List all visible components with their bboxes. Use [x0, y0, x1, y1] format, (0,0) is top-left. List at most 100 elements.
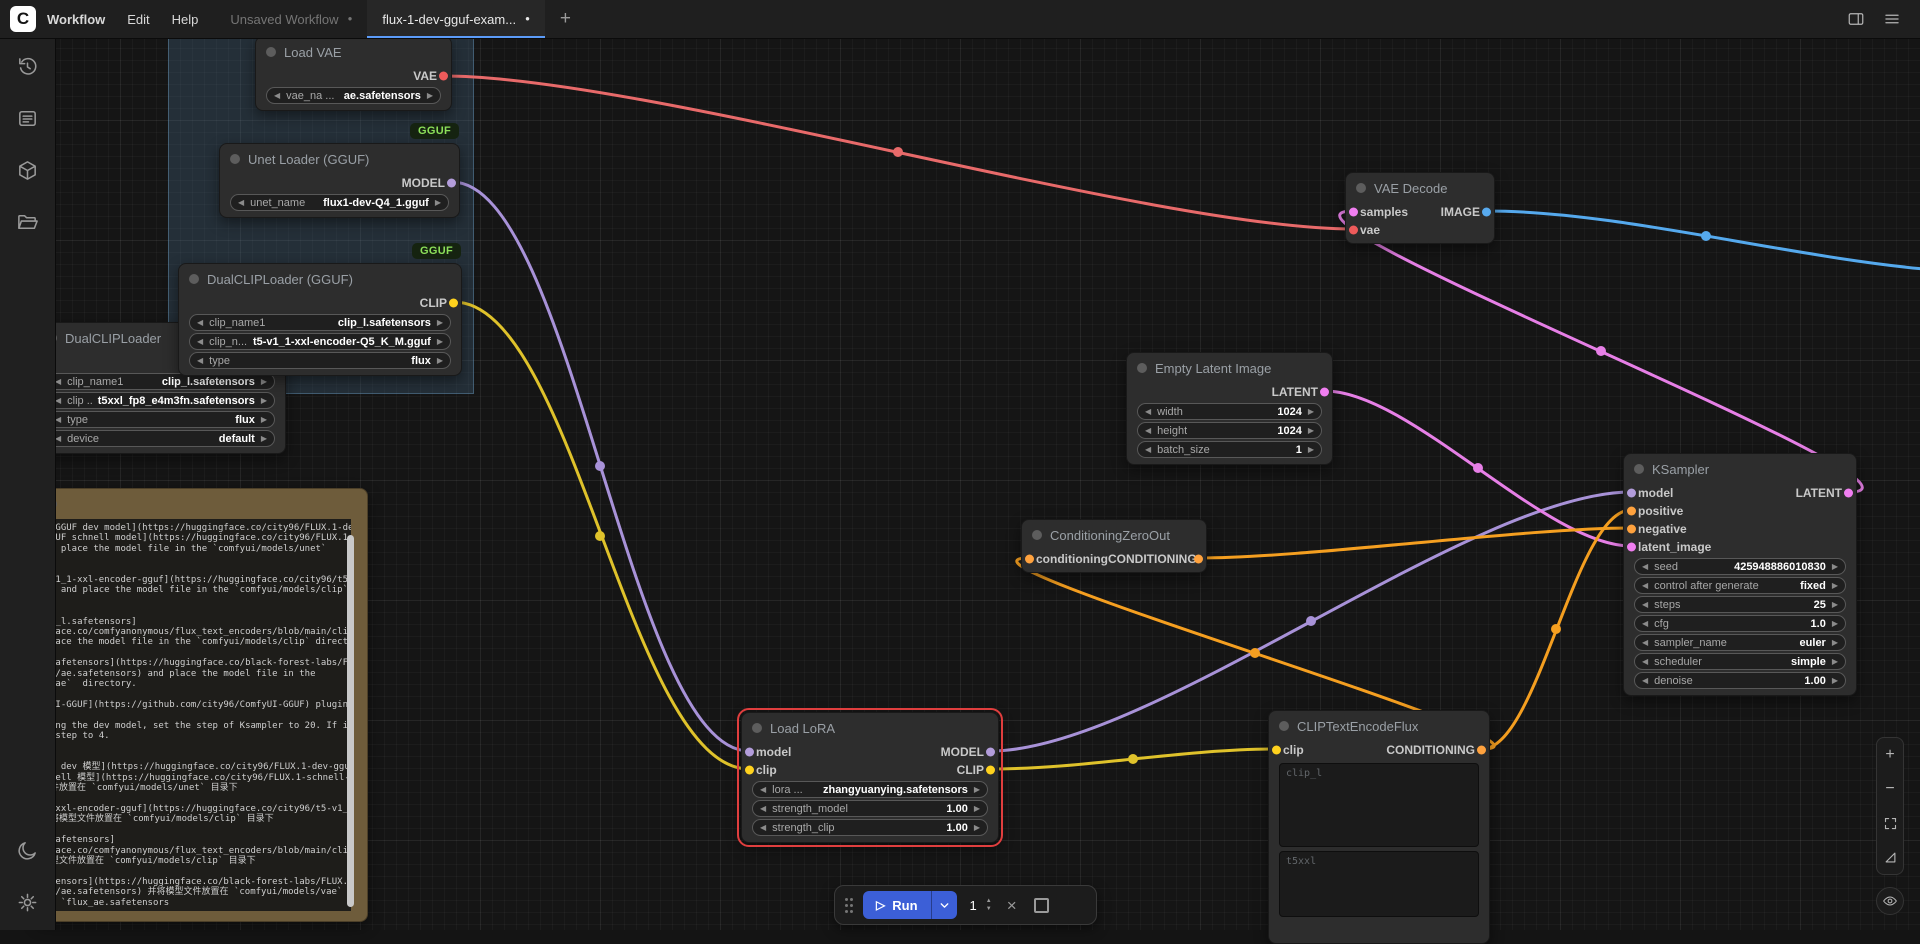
- increment-arrow-icon[interactable]: ▶: [1832, 677, 1838, 685]
- ksampler-widget-denoise[interactable]: ◀denoise1.00▶: [1634, 672, 1846, 689]
- link-vae-midpoint-dot[interactable]: [893, 147, 903, 157]
- CONDITIONING-output-slot[interactable]: [1194, 555, 1203, 564]
- increment-arrow-icon[interactable]: ▶: [1832, 601, 1838, 609]
- increment-arrow-icon[interactable]: ▶: [261, 397, 267, 405]
- theme-toggle-moon-icon[interactable]: [10, 832, 46, 868]
- note-text[interactable]: GGUF dev model](https://huggingface.co/c…: [43, 519, 351, 911]
- increment-arrow-icon[interactable]: ▶: [1832, 582, 1838, 590]
- increment-arrow-icon[interactable]: ▶: [974, 805, 980, 813]
- vae-input-slot[interactable]: [1349, 226, 1358, 235]
- link-cond-ctef-zeroout-midpoint-dot[interactable]: [1250, 648, 1260, 658]
- decrement-arrow-icon[interactable]: ◀: [197, 319, 203, 327]
- increment-arrow-icon[interactable]: ▶: [261, 435, 267, 443]
- link-cond-ctef-positive-midpoint-dot[interactable]: [1551, 624, 1561, 634]
- increment-arrow-icon[interactable]: ▶: [437, 357, 443, 365]
- stop-icon[interactable]: [1034, 898, 1049, 913]
- unet-loader-gguf[interactable]: GGUFUnet Loader (GGUF)MODEL◀unet_nameflu…: [219, 143, 460, 218]
- menu-icon[interactable]: [1882, 9, 1902, 29]
- load-lora-widget-lora[interactable]: ◀lora ...zhangyuanying.safetensors▶: [752, 781, 988, 798]
- increment-arrow-icon[interactable]: ▶: [1308, 427, 1314, 435]
- menu-help[interactable]: Help: [161, 12, 210, 27]
- collapse-dot-icon[interactable]: [752, 723, 762, 733]
- collapse-dot-icon[interactable]: [1137, 363, 1147, 373]
- collapse-dot-icon[interactable]: [1032, 530, 1042, 540]
- empty-latent-image-header[interactable]: Empty Latent Image: [1127, 353, 1332, 383]
- markdown-note-header[interactable]: [37, 489, 367, 519]
- step-down-icon[interactable]: ▼: [986, 905, 992, 913]
- collapse-dot-icon[interactable]: [266, 47, 276, 57]
- conditioning-zero-out-header[interactable]: ConditioningZeroOut: [1022, 520, 1206, 550]
- dualcliploader-gguf-header[interactable]: DualCLIPLoader (GGUF): [179, 264, 461, 294]
- collapse-dot-icon[interactable]: [1356, 183, 1366, 193]
- increment-arrow-icon[interactable]: ▶: [1832, 639, 1838, 647]
- settings-gear-icon[interactable]: [10, 884, 46, 920]
- negative-input-slot[interactable]: [1627, 525, 1636, 534]
- cliptextencodeflux-textarea-clip_l[interactable]: clip_l: [1279, 763, 1479, 847]
- drag-handle-icon[interactable]: [845, 897, 854, 913]
- empty-latent-image-widget-height[interactable]: ◀height1024▶: [1137, 422, 1322, 439]
- IMAGE-output-slot[interactable]: [1482, 208, 1491, 217]
- decrement-arrow-icon[interactable]: ◀: [274, 92, 280, 100]
- load-lora-header[interactable]: Load LoRA: [742, 713, 998, 743]
- collapse-dot-icon[interactable]: [189, 274, 199, 284]
- collapse-dot-icon[interactable]: [1634, 464, 1644, 474]
- increment-arrow-icon[interactable]: ▶: [1308, 446, 1314, 454]
- increment-arrow-icon[interactable]: ▶: [1308, 408, 1314, 416]
- link-latent-ksampler-vaedecode-midpoint-dot[interactable]: [1596, 346, 1606, 356]
- dualcliploader-gguf-widget-clip_n[interactable]: ◀clip_n...t5-v1_1-xxl-encoder-Q5_K_M.ggu…: [189, 333, 451, 350]
- menu-workflow[interactable]: Workflow: [36, 12, 116, 27]
- latent_image-input-slot[interactable]: [1627, 543, 1636, 552]
- decrement-arrow-icon[interactable]: ◀: [760, 805, 766, 813]
- history-icon[interactable]: [10, 48, 46, 84]
- unet-loader-gguf-widget-unet_name[interactable]: ◀unet_nameflux1-dev-Q4_1.gguf▶: [230, 194, 449, 211]
- collapse-dot-icon[interactable]: [1279, 721, 1289, 731]
- link-model-lora-ksampler-midpoint-dot[interactable]: [1306, 616, 1316, 626]
- decrement-arrow-icon[interactable]: ◀: [238, 199, 244, 207]
- batch-count-input[interactable]: 1: [970, 898, 977, 913]
- ksampler-widget-steps[interactable]: ◀steps25▶: [1634, 596, 1846, 613]
- link-model-unet-lora-midpoint-dot[interactable]: [595, 461, 605, 471]
- LATENT-output-slot[interactable]: [1844, 489, 1853, 498]
- decrement-arrow-icon[interactable]: ◀: [1642, 582, 1648, 590]
- menu-edit[interactable]: Edit: [116, 12, 160, 27]
- node-library-icon[interactable]: [10, 100, 46, 136]
- markdown-note[interactable]: GGUF dev model](https://huggingface.co/c…: [36, 488, 368, 922]
- positive-input-slot[interactable]: [1627, 507, 1636, 516]
- model-input-slot[interactable]: [1627, 489, 1636, 498]
- increment-arrow-icon[interactable]: ▶: [1832, 620, 1838, 628]
- CLIP-output-slot[interactable]: [986, 766, 995, 775]
- cliptextencodeflux-header[interactable]: CLIPTextEncodeFlux: [1269, 711, 1489, 741]
- conditioning-zero-out[interactable]: ConditioningZeroOutconditioningCONDITION…: [1021, 519, 1207, 573]
- increment-arrow-icon[interactable]: ▶: [437, 319, 443, 327]
- MODEL-output-slot[interactable]: [447, 179, 456, 188]
- ksampler-widget-cfg[interactable]: ◀cfg1.0▶: [1634, 615, 1846, 632]
- LATENT-output-slot[interactable]: [1320, 388, 1329, 397]
- toggle-bottom-panel-icon[interactable]: [1846, 9, 1866, 29]
- empty-latent-image-widget-width[interactable]: ◀width1024▶: [1137, 403, 1322, 420]
- vae-decode-header[interactable]: VAE Decode: [1346, 173, 1494, 203]
- decrement-arrow-icon[interactable]: ◀: [1145, 408, 1151, 416]
- new-workflow-button[interactable]: +: [545, 0, 586, 38]
- fit-view-icon[interactable]: [1877, 806, 1903, 840]
- zoom-out-icon[interactable]: −: [1877, 772, 1903, 806]
- unet-loader-gguf-header[interactable]: Unet Loader (GGUF): [220, 144, 459, 174]
- comfyui-logo[interactable]: C: [10, 6, 36, 32]
- link-clip-lora-ctef-midpoint-dot[interactable]: [1128, 754, 1138, 764]
- batch-count-stepper[interactable]: ▲▼: [986, 897, 992, 914]
- increment-arrow-icon[interactable]: ▶: [1832, 658, 1838, 666]
- decrement-arrow-icon[interactable]: ◀: [1642, 563, 1648, 571]
- CLIP-output-slot[interactable]: [449, 299, 458, 308]
- decrement-arrow-icon[interactable]: ◀: [1145, 427, 1151, 435]
- link-image-out-midpoint-dot[interactable]: [1701, 231, 1711, 241]
- dualcliploader-gguf-widget-clip_name1[interactable]: ◀clip_name1clip_l.safetensors▶: [189, 314, 451, 331]
- load-vae-header[interactable]: Load VAE: [256, 37, 451, 67]
- load-vae[interactable]: Load VAEVAE◀vae_na ...ae.safetensors▶: [255, 36, 452, 111]
- increment-arrow-icon[interactable]: ▶: [974, 824, 980, 832]
- empty-latent-image-widget-batch_size[interactable]: ◀batch_size1▶: [1137, 441, 1322, 458]
- cliptextencodeflux[interactable]: CLIPTextEncodeFluxclipCONDITIONINGclip_l…: [1268, 710, 1490, 944]
- empty-latent-image[interactable]: Empty Latent ImageLATENT◀width1024▶◀heig…: [1126, 352, 1333, 465]
- ksampler-widget-control-after-generate[interactable]: ◀control after generatefixed▶: [1634, 577, 1846, 594]
- ksampler-widget-scheduler[interactable]: ◀schedulersimple▶: [1634, 653, 1846, 670]
- toggle-visibility-eye-icon[interactable]: [1876, 887, 1904, 915]
- collapse-dot-icon[interactable]: [230, 154, 240, 164]
